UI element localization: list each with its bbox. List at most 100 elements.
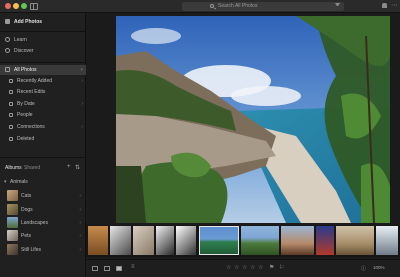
album-label: Landscapes	[21, 220, 48, 226]
sidebar-item-label: Recent Edits	[17, 89, 46, 95]
add-album-icon[interactable]: +	[67, 164, 71, 170]
sidebar-item-label: Learn	[14, 37, 27, 43]
sort-menu-icon[interactable]: ≡	[131, 264, 135, 270]
sidebar-item-label: Recently Added	[17, 78, 53, 84]
star-icon[interactable]: ☆	[250, 264, 255, 271]
chevron-down-icon: ▾	[4, 179, 7, 185]
chevron-right-icon: ›	[79, 207, 81, 213]
connections-icon	[9, 125, 13, 129]
album-group-label: Animals	[10, 179, 28, 185]
zoom-fit-label[interactable]: 100%	[373, 265, 385, 270]
filmstrip-thumbnail[interactable]	[281, 226, 314, 255]
filmstrip-thumbnail[interactable]	[88, 226, 108, 255]
album-thumbnail	[7, 244, 18, 255]
calendar-icon	[9, 102, 13, 106]
minimize-window-button[interactable]	[13, 3, 19, 9]
grid-view-icon[interactable]	[92, 266, 98, 271]
trash-icon	[9, 137, 13, 141]
album-item-dogs[interactable]: Dogs ›	[0, 203, 86, 216]
sidebar-item-label: By Date	[17, 101, 35, 107]
chevron-right-icon: ›	[79, 233, 81, 239]
filmstrip	[86, 225, 400, 257]
divider	[0, 62, 86, 63]
albums-header: Albums Shared + ⇅	[0, 163, 86, 173]
sidebar-item-label: Connections	[17, 124, 45, 130]
album-thumbnail	[7, 190, 18, 201]
filmstrip-thumbnail[interactable]	[110, 226, 131, 255]
album-thumbnail	[7, 217, 18, 228]
info-icon[interactable]: ⓘ	[361, 265, 366, 272]
sidebar-item-by-date[interactable]: By Date ›	[0, 99, 86, 109]
zoom-window-button[interactable]	[21, 3, 27, 9]
album-thumbnail	[7, 204, 18, 215]
star-icon[interactable]: ☆	[242, 264, 247, 271]
sidebar-item-discover[interactable]: Discover	[0, 46, 86, 56]
title-bar: Search All Photos ⋯	[0, 0, 400, 13]
filmstrip-thumbnail[interactable]	[376, 226, 398, 255]
filter-icon[interactable]	[335, 3, 340, 7]
album-label: Dogs	[21, 207, 33, 213]
reject-flag-icon[interactable]: ⚐	[279, 264, 284, 271]
sort-icon[interactable]: ⇅	[75, 164, 80, 171]
star-icon[interactable]: ☆	[234, 264, 239, 271]
filmstrip-thumbnail[interactable]	[241, 226, 279, 255]
divider	[0, 157, 86, 158]
main-photo[interactable]	[116, 16, 390, 223]
chevron-right-icon: ›	[79, 193, 81, 199]
filmstrip-thumbnail[interactable]	[133, 226, 154, 255]
detail-view-icon[interactable]	[116, 266, 122, 271]
more-icon[interactable]: ⋯	[391, 2, 398, 9]
square-grid-icon[interactable]	[104, 266, 110, 271]
discover-icon	[5, 48, 10, 53]
chevron-right-icon: ›	[79, 220, 81, 226]
filmstrip-thumbnail[interactable]	[156, 226, 174, 255]
people-icon	[9, 113, 13, 117]
album-label: Still Lifes	[21, 247, 42, 253]
sidebar-item-people[interactable]: People	[0, 110, 86, 120]
chevron-right-icon: ›	[81, 101, 83, 107]
filmstrip-thumbnail[interactable]	[176, 226, 196, 255]
sidebar-item-all-photos[interactable]: All Photos ▾	[0, 65, 86, 75]
sidebar-item-connections[interactable]: Connections ›	[0, 122, 86, 132]
star-icon[interactable]: ☆	[258, 264, 263, 271]
sidebar-item-deleted[interactable]: Deleted	[0, 134, 86, 144]
plus-icon	[5, 19, 10, 24]
search-placeholder: Search All Photos	[218, 3, 258, 9]
album-group-animals[interactable]: ▾ Animals	[0, 178, 86, 187]
sidebar-item-learn[interactable]: Learn	[0, 35, 86, 45]
sidebar-item-label: Deleted	[17, 136, 35, 142]
album-item-still-lifes[interactable]: Still Lifes ›	[0, 243, 86, 256]
filmstrip-thumbnail[interactable]	[336, 226, 374, 255]
search-icon	[210, 4, 214, 8]
album-label: Cats	[21, 193, 32, 199]
sidebar: Add Photos Learn Discover All Photos ▾ R…	[0, 13, 86, 277]
chevron-right-icon: ›	[81, 124, 83, 130]
sidebar-toggle-icon[interactable]	[30, 3, 38, 10]
sidebar-item-label: People	[17, 112, 33, 118]
add-photos-label: Add Photos	[14, 19, 43, 25]
star-icon[interactable]: ☆	[226, 264, 231, 271]
sidebar-item-label: Discover	[14, 48, 34, 54]
album-thumbnail	[7, 230, 18, 241]
learn-icon	[5, 37, 10, 42]
sidebar-item-recent-edits[interactable]: Recent Edits	[0, 87, 86, 97]
filmstrip-thumbnail-selected[interactable]	[199, 226, 239, 255]
landscape-photo-image	[116, 16, 390, 223]
close-window-button[interactable]	[5, 3, 11, 9]
photos-icon	[5, 67, 10, 72]
album-item-pets[interactable]: Pets ›	[0, 229, 86, 242]
flag-icon[interactable]: ⚑	[269, 264, 274, 271]
chevron-right-icon: ›	[79, 247, 81, 253]
chevron-down-icon: ▾	[80, 67, 83, 73]
tab-shared[interactable]: Shared	[24, 165, 40, 171]
add-photos-button[interactable]: Add Photos	[0, 17, 86, 27]
album-item-cats[interactable]: Cats ›	[0, 189, 86, 202]
chevron-right-icon: ›	[81, 78, 83, 84]
notification-icon[interactable]	[382, 3, 387, 8]
album-item-landscapes[interactable]: Landscapes ›	[0, 216, 86, 229]
tab-albums[interactable]: Albums	[5, 165, 22, 171]
sidebar-item-recently-added[interactable]: Recently Added ›	[0, 76, 86, 86]
recent-edits-icon	[9, 90, 13, 94]
search-input[interactable]: Search All Photos	[182, 2, 344, 11]
filmstrip-thumbnail[interactable]	[316, 226, 334, 255]
